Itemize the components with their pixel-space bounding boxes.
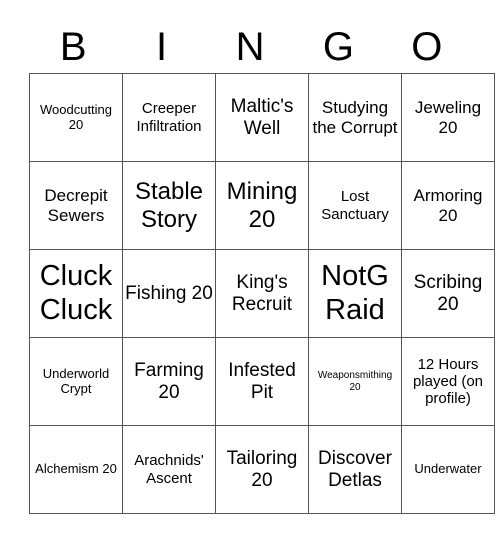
bingo-cell[interactable]: Alchemism 20	[29, 425, 123, 514]
bingo-cell[interactable]: Lost Sanctuary	[308, 161, 402, 250]
bingo-cell[interactable]: Scribing 20	[401, 249, 495, 338]
bingo-cell[interactable]: Creeper Infiltration	[122, 73, 216, 162]
header-letter-b: B	[59, 25, 87, 69]
bingo-cell[interactable]: Jeweling 20	[401, 73, 495, 162]
bingo-cell[interactable]: Tailoring 20	[215, 425, 309, 514]
bingo-header: B I N G O	[29, 22, 471, 72]
bingo-cell[interactable]: Armoring 20	[401, 161, 495, 250]
bingo-cell[interactable]: Mining 20	[215, 161, 309, 250]
grid-row: Woodcutting 20 Creeper Infiltration Malt…	[29, 73, 495, 162]
bingo-cell[interactable]: Maltic's Well	[215, 73, 309, 162]
bingo-grid: Woodcutting 20 Creeper Infiltration Malt…	[29, 73, 495, 514]
bingo-cell[interactable]: Woodcutting 20	[29, 73, 123, 162]
bingo-cell[interactable]: Farming 20	[122, 337, 216, 426]
header-letter-o: O	[411, 25, 443, 69]
bingo-cell[interactable]: NotG Raid	[308, 249, 402, 338]
bingo-cell[interactable]: Stable Story	[122, 161, 216, 250]
grid-row: Underworld Crypt Farming 20 Infested Pit…	[29, 337, 495, 426]
grid-row: Alchemism 20 Arachnids' Ascent Tailoring…	[29, 425, 495, 514]
bingo-cell[interactable]: Infested Pit	[215, 337, 309, 426]
grid-row: Decrepit Sewers Stable Story Mining 20 L…	[29, 161, 495, 250]
bingo-cell[interactable]: King's Recruit	[215, 249, 309, 338]
header-letter-g: G	[322, 25, 354, 69]
bingo-cell[interactable]: Arachnids' Ascent	[122, 425, 216, 514]
header-letter-i: I	[156, 25, 168, 69]
header-letter-n: N	[235, 25, 265, 69]
bingo-cell[interactable]: Weaponsmithing 20	[308, 337, 402, 426]
bingo-cell[interactable]: Underworld Crypt	[29, 337, 123, 426]
bingo-cell[interactable]: Studying the Corrupt	[308, 73, 402, 162]
bingo-cell[interactable]: 12 Hours played (on profile)	[401, 337, 495, 426]
bingo-cell[interactable]: Fishing 20	[122, 249, 216, 338]
bingo-cell[interactable]: Cluck Cluck	[29, 249, 123, 338]
bingo-cell[interactable]: Decrepit Sewers	[29, 161, 123, 250]
grid-row: Cluck Cluck Fishing 20 King's Recruit No…	[29, 249, 495, 338]
bingo-cell[interactable]: Underwater	[401, 425, 495, 514]
bingo-cell[interactable]: Discover Detlas	[308, 425, 402, 514]
